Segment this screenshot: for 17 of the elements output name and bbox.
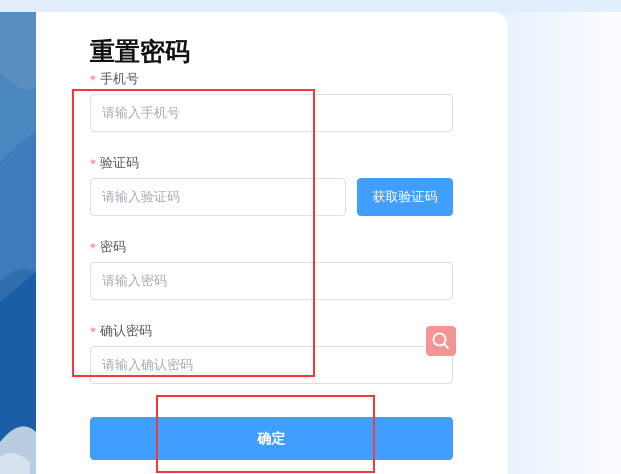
search-icon (431, 331, 451, 351)
field-label: 确认密码 (100, 323, 152, 341)
input-field[interactable]: 请输入手机号 (90, 94, 453, 132)
field-label: 手机号 (100, 71, 139, 89)
required-mark: * (90, 325, 96, 339)
search-button[interactable] (426, 326, 456, 356)
required-mark: * (90, 73, 96, 87)
input-field[interactable]: 请输入密码 (90, 262, 453, 300)
input-field[interactable]: 请输入验证码 (90, 178, 346, 216)
get-code-button[interactable]: 获取验证码 (357, 178, 453, 216)
required-mark: * (90, 157, 96, 171)
required-mark: * (90, 241, 96, 255)
confirm-button[interactable]: 确定 (90, 417, 453, 460)
input-field[interactable]: 请输入确认密码 (90, 346, 453, 384)
field-label: 密码 (100, 239, 126, 257)
form-title: 重置密码 (90, 37, 191, 67)
field-label: 验证码 (100, 155, 139, 173)
